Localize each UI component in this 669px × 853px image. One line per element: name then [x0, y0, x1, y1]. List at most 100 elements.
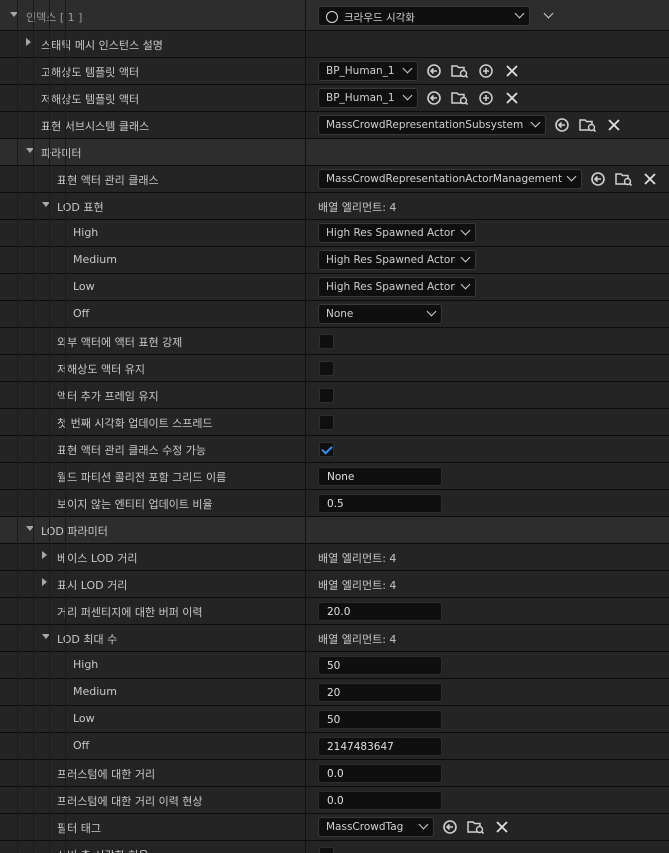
value-field[interactable]: 50 [318, 656, 442, 675]
chevron-down-icon [460, 225, 471, 236]
row-visible-lod[interactable]: 표시 LOD 거리 배열 엘리먼트: 4 [0, 571, 669, 598]
property-label: Off [73, 307, 90, 320]
property-label: 베이스 LOD 거리 [57, 552, 138, 565]
chevron-down-icon [530, 117, 541, 128]
row-params[interactable]: 파라미터 [0, 139, 669, 166]
row-static-mesh-desc[interactable]: 스태틱 메시 인스턴스 설명 [0, 31, 669, 58]
reset-arrow-icon[interactable] [442, 819, 458, 835]
column-divider[interactable] [305, 0, 306, 853]
asset-picker[interactable]: BP_Human_1 [318, 88, 418, 108]
asset-picker[interactable]: BP_Human_1 [318, 61, 418, 81]
reset-arrow-icon[interactable] [426, 63, 442, 79]
clear-icon[interactable] [504, 63, 520, 79]
property-label: LOD 표현 [57, 201, 104, 214]
chevron-right-icon[interactable] [42, 551, 47, 559]
clear-icon[interactable] [504, 90, 520, 106]
reset-arrow-icon[interactable] [554, 117, 570, 133]
row-world-partition: 월드 파티션 콜리전 포함 그리드 이름 None [0, 463, 669, 490]
browse-folder-icon[interactable] [615, 171, 633, 187]
row-max-high: High 50 [0, 652, 669, 679]
array-count: 배열 엘리먼트: 4 [318, 552, 397, 565]
lod-representation-select[interactable]: High Res Spawned Actor [318, 250, 476, 270]
chevron-down-icon [402, 90, 413, 101]
clear-icon[interactable] [606, 117, 622, 133]
picker-value: MassCrowdRepresentationActorManagement [326, 173, 563, 185]
value-field[interactable]: 20 [318, 683, 442, 702]
row-rep-subsystem: 표현 서브시스템 클래스 MassCrowdRepresentationSubsy… [0, 112, 669, 139]
row-lod-off: Off None [0, 301, 669, 328]
property-label: Low [73, 712, 95, 725]
lod-representation-select[interactable]: None [318, 304, 442, 324]
clear-icon[interactable] [494, 819, 510, 835]
value-field[interactable]: 0.5 [318, 494, 442, 513]
array-count: 배열 엘리먼트: 4 [318, 201, 397, 214]
chevron-right-icon[interactable] [26, 38, 31, 46]
row-lod-high: High High Res Spawned Actor [0, 220, 669, 247]
browse-folder-icon[interactable] [579, 117, 597, 133]
checkbox[interactable] [319, 442, 334, 457]
crowd-vis-value: 크라우드 시각화 [344, 12, 415, 24]
property-label: 저해상도 액터 유지 [57, 363, 145, 376]
reset-arrow-icon[interactable] [426, 90, 442, 106]
checkbox[interactable] [319, 334, 334, 349]
add-icon[interactable] [478, 90, 494, 106]
property-label: 프러스텀에 대한 거리 이력 현상 [57, 795, 203, 808]
value-field[interactable]: None [318, 467, 442, 486]
select-value: High Res Spawned Actor [326, 254, 455, 266]
chevron-down-icon [418, 819, 429, 830]
property-label: Off [73, 739, 90, 752]
chevron-right-icon[interactable] [42, 578, 47, 586]
row-actor-mgmt: 표현 액터 관리 클래스 MassCrowdRepresentationActor… [0, 166, 669, 193]
value-field[interactable]: 50 [318, 710, 442, 729]
row-lod-medium: Medium High Res Spawned Actor [0, 247, 669, 274]
value-field[interactable]: 20.0 [318, 602, 442, 621]
property-label: 표시 LOD 거리 [57, 579, 128, 592]
browse-folder-icon[interactable] [451, 90, 469, 106]
property-label: 저해상도 템플릿 액터 [41, 93, 140, 106]
row-lod-max[interactable]: LOD 최대 수 배열 엘리먼트: 4 [0, 625, 669, 652]
row-frustum-dist: 프러스텀에 대한 거리 0.0 [0, 760, 669, 787]
checkbox[interactable] [319, 415, 334, 430]
indent-guide [17, 0, 18, 853]
property-label: 첫 번째 시각화 업데이트 스프레드 [57, 417, 213, 430]
select-value: High Res Spawned Actor [326, 281, 455, 293]
picker-value: MassCrowdTag [326, 821, 404, 833]
property-label: High [73, 658, 99, 671]
clear-icon[interactable] [642, 171, 658, 187]
add-icon[interactable] [478, 63, 494, 79]
row-max-low: Low 50 [0, 706, 669, 733]
asset-picker[interactable]: MassCrowdRepresentationActorManagement [318, 169, 582, 189]
browse-folder-icon[interactable] [467, 819, 485, 835]
row-max-off: Off 2147483647 [0, 733, 669, 760]
index-label: 인덱스 [ 1 ] [26, 11, 83, 24]
select-value: None [326, 308, 354, 320]
browse-folder-icon[interactable] [451, 63, 469, 79]
property-label: 표현 액터 관리 클래스 수정 가능 [57, 444, 207, 457]
picker-value: BP_Human_1 [326, 92, 395, 104]
property-label: 필터 태그 [57, 822, 101, 835]
checkbox[interactable] [319, 388, 334, 403]
row-invisible-ratio: 보이지 않는 엔티티 업데이트 비율 0.5 [0, 490, 669, 517]
row-base-lod[interactable]: 베이스 LOD 거리 배열 엘리먼트: 4 [0, 544, 669, 571]
checkbox[interactable] [319, 847, 334, 853]
crowd-vis-select[interactable]: 크라우드 시각화 [318, 6, 530, 26]
property-label: High [73, 226, 99, 239]
value-field[interactable]: 2147483647 [318, 737, 442, 756]
value-field[interactable]: 0.0 [318, 791, 442, 810]
lod-representation-select[interactable]: High Res Spawned Actor [318, 223, 476, 243]
lod-representation-select[interactable]: High Res Spawned Actor [318, 277, 476, 297]
row-index-header[interactable]: 인덱스 [ 1 ] 크라우드 시각화 [0, 0, 669, 31]
asset-picker[interactable]: MassCrowdTag [318, 817, 434, 837]
property-label: Medium [73, 685, 117, 698]
checkbox[interactable] [319, 361, 334, 376]
row-high-template: 고해상도 템플릿 액터 BP_Human_1 [0, 58, 669, 85]
indent-guide [65, 0, 66, 853]
value-field[interactable]: 0.0 [318, 764, 442, 783]
chevron-down-icon [426, 306, 437, 317]
asset-picker[interactable]: MassCrowdRepresentationSubsystem [318, 115, 546, 135]
row-lod-params[interactable]: LOD 파라미터 [0, 517, 669, 544]
row-lod-rep[interactable]: LOD 표현 배열 엘리먼트: 4 [0, 193, 669, 220]
property-label: LOD 최대 수 [57, 633, 118, 646]
chevron-down-icon [402, 63, 413, 74]
reset-arrow-icon[interactable] [590, 171, 606, 187]
